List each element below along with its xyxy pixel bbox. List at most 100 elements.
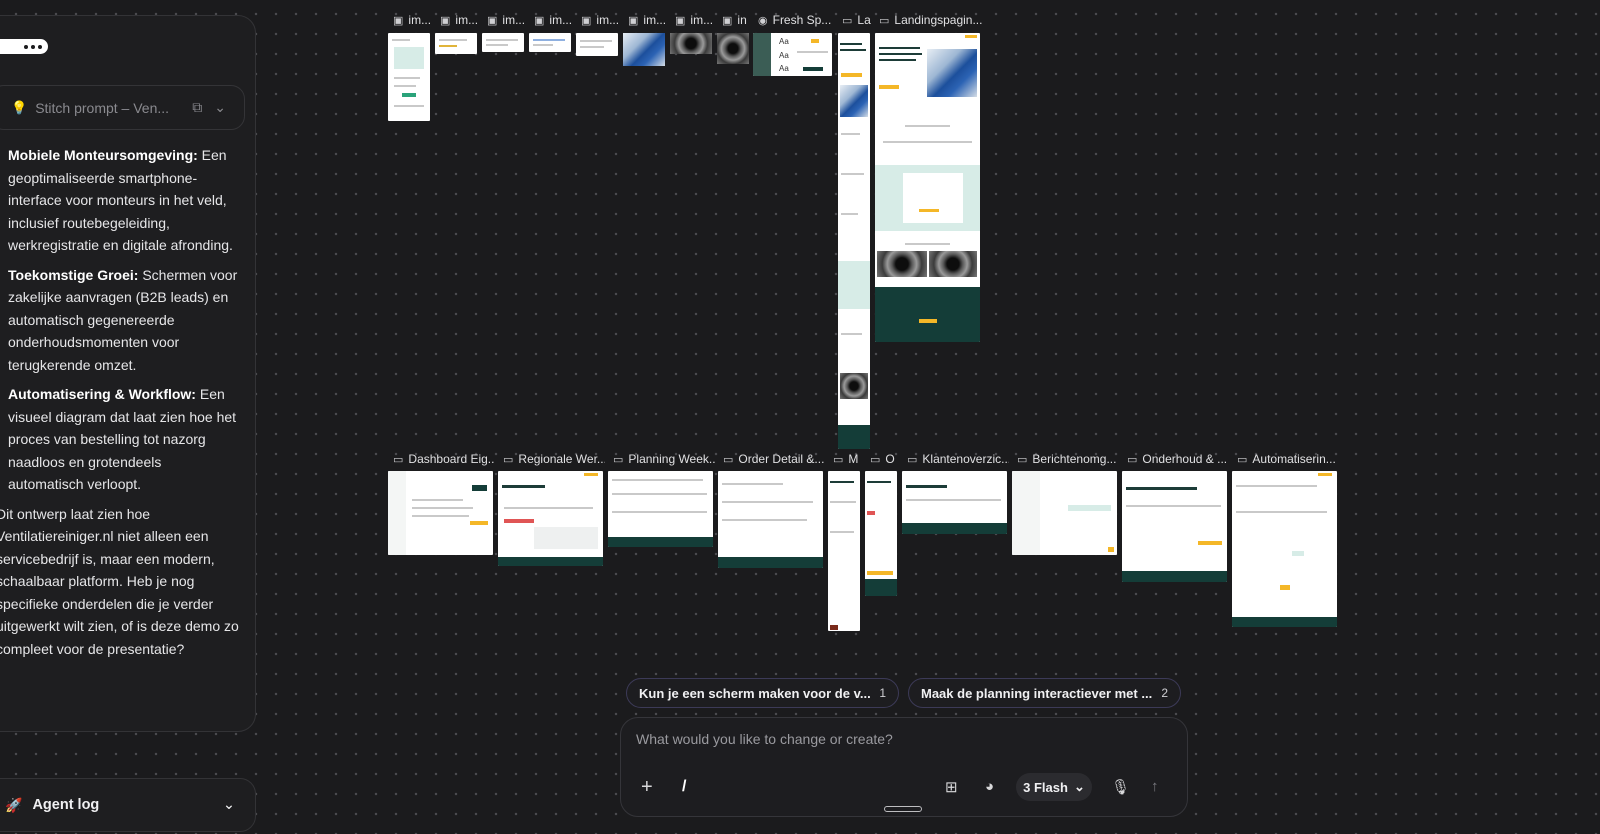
image-frame[interactable]	[576, 33, 618, 56]
image-icon: ▣	[675, 14, 686, 27]
paragraph-title: Mobiele Monteursomgeving:	[8, 147, 198, 163]
frame-label[interactable]: ▭ Onderhoud & ...	[1127, 451, 1229, 467]
stitch-prompt-chip[interactable]: 💡 Stitch prompt – Ven... ⧉ ⌄	[0, 85, 245, 130]
mobile-order-frame[interactable]	[865, 471, 897, 596]
frame-label[interactable]: ▭ O	[870, 451, 900, 467]
frame-label-text: Dashboard Eig...	[408, 452, 495, 466]
frame-label[interactable]: ▭ Planning Week...	[613, 451, 715, 467]
mobile-technician-frame[interactable]	[828, 471, 860, 631]
send-icon[interactable]: ↑	[1151, 778, 1159, 795]
model-selector[interactable]: 3 Flash ⌄	[1016, 773, 1092, 801]
frame-label[interactable]: ▭ Dashboard Eig...	[393, 451, 495, 467]
frame-label[interactable]: ▣ im...	[393, 12, 435, 28]
dashboard-frame[interactable]	[388, 471, 493, 555]
chat-paragraph-3: Automatisering & Workflow: Een visueel d…	[8, 383, 240, 496]
frame-label-text: Automatiserin...	[1252, 452, 1336, 466]
devices-icon: ▭	[1017, 453, 1028, 466]
agent-log-label: Agent log	[32, 797, 100, 813]
chevron-down-icon[interactable]: ⌄	[214, 99, 226, 116]
automation-frame[interactable]	[1232, 471, 1337, 627]
messages-frame[interactable]	[1012, 471, 1117, 555]
image-frame[interactable]	[388, 33, 430, 121]
maintenance-frame[interactable]	[1122, 471, 1227, 582]
devices-icon: ▭	[393, 453, 404, 466]
frame-label[interactable]: ▣ im...	[628, 12, 670, 28]
image-icon: ▣	[440, 14, 451, 27]
frame-label-text: O	[885, 452, 895, 466]
devices-icon: ▭	[842, 14, 853, 27]
copy-icon[interactable]: ⧉	[192, 99, 202, 116]
frame-label[interactable]: ▣ im...	[581, 12, 623, 28]
frame-label-text: Planning Week...	[628, 452, 715, 466]
slash-command-button[interactable]: /	[682, 778, 686, 796]
frame-label[interactable]: ▭ Berichtenomg...	[1017, 451, 1119, 467]
add-icon[interactable]: +	[641, 776, 653, 799]
image-frame[interactable]	[623, 33, 665, 66]
paragraph-title: Automatisering & Workflow:	[8, 386, 196, 402]
image-frame[interactable]	[670, 33, 712, 54]
frame-label[interactable]: ▭ Automatiserin...	[1237, 451, 1339, 467]
assistant-message: Mobiele Monteursomgeving: Een geoptimali…	[0, 144, 240, 667]
screen-select-icon[interactable]: ⊞	[945, 778, 958, 796]
frame-label-text: im...	[549, 13, 573, 27]
frame-label[interactable]: ▣ im...	[487, 12, 529, 28]
frame-label[interactable]: ▭ Klantenoverzic...	[907, 451, 1009, 467]
prompt-input[interactable]: What would you like to change or create?	[636, 731, 893, 747]
frame-label[interactable]: ▭ Landingspagin...	[879, 12, 983, 28]
prompt-composer[interactable]: What would you like to change or create?…	[620, 717, 1188, 817]
chevron-down-icon: ⌄	[222, 797, 235, 813]
devices-icon: ▭	[723, 453, 734, 466]
frame-label[interactable]: ▭ La	[842, 12, 872, 28]
image-icon: ▣	[534, 14, 545, 27]
devices-icon: ▭	[879, 14, 890, 27]
image-icon: ▣	[393, 14, 404, 27]
image-icon: ▣	[628, 14, 639, 27]
customer-overview-frame[interactable]	[902, 471, 1007, 534]
frame-label-text: M	[848, 452, 859, 466]
devices-icon: ▭	[613, 453, 624, 466]
frame-label-text: Order Detail &...	[738, 452, 825, 466]
regional-frame[interactable]	[498, 471, 603, 566]
frame-label-text: Fresh Sp...	[772, 13, 832, 27]
voice-icon[interactable]: 🎙	[1111, 778, 1130, 796]
stitch-prompt-label: Stitch prompt – Ven...	[35, 99, 170, 116]
image-frame[interactable]	[482, 33, 524, 52]
devices-icon: ▭	[870, 453, 881, 466]
agent-log-toggle[interactable]: 🚀 Agent log ⌄	[0, 778, 256, 832]
planning-frame[interactable]	[608, 471, 713, 547]
design-system-frame[interactable]: Aa Aa Aa	[753, 33, 832, 76]
mobile-landing-frame[interactable]	[838, 33, 870, 449]
suggestion-pill-2[interactable]: Maak de planning interactiever met ... 2	[908, 678, 1181, 708]
frame-label-text: im...	[643, 13, 667, 27]
image-frame[interactable]	[717, 33, 749, 64]
devices-icon: ▭	[1127, 453, 1138, 466]
image-icon: ▣	[722, 14, 733, 27]
chevron-down-icon: ⌄	[1073, 779, 1085, 794]
frame-label-text: Onderhoud & ...	[1142, 452, 1228, 466]
frame-label[interactable]: ▭ M	[833, 451, 863, 467]
image-icon: ▣	[487, 14, 498, 27]
frame-label[interactable]: ▣ im...	[675, 12, 717, 28]
frame-label-text: im...	[455, 13, 479, 27]
suggestion-text: Kun je een scherm maken voor de v...	[639, 685, 871, 701]
frame-label-text: Landingspagin...	[894, 13, 983, 27]
frame-label[interactable]: ▭ Regionale Wer...	[503, 451, 605, 467]
image-frame[interactable]	[435, 33, 477, 54]
frame-label[interactable]: ▣ im...	[440, 12, 482, 28]
frame-label-text: im...	[502, 13, 526, 27]
frame-label[interactable]: ▣ in	[722, 12, 756, 28]
suggestion-pill-1[interactable]: Kun je een scherm maken voor de v... 1	[626, 678, 899, 708]
resize-handle[interactable]	[884, 806, 922, 812]
more-options-button[interactable]	[0, 39, 48, 54]
frame-label[interactable]: ▣ im...	[534, 12, 576, 28]
palette-icon[interactable]: ◕	[985, 778, 994, 795]
desktop-landing-frame[interactable]	[875, 33, 980, 342]
suggestion-count: 2	[1161, 686, 1168, 700]
frame-label[interactable]: ▭ Order Detail &...	[723, 451, 825, 467]
frame-label[interactable]: ◉ Fresh Sp...	[758, 12, 836, 28]
order-detail-frame[interactable]	[718, 471, 823, 568]
suggestion-text: Maak de planning interactiever met ...	[921, 685, 1153, 701]
chat-paragraph-2: Toekomstige Groei: Schermen voor zakelij…	[8, 264, 240, 377]
frame-label-text: in	[737, 13, 747, 27]
image-frame[interactable]	[529, 33, 571, 52]
